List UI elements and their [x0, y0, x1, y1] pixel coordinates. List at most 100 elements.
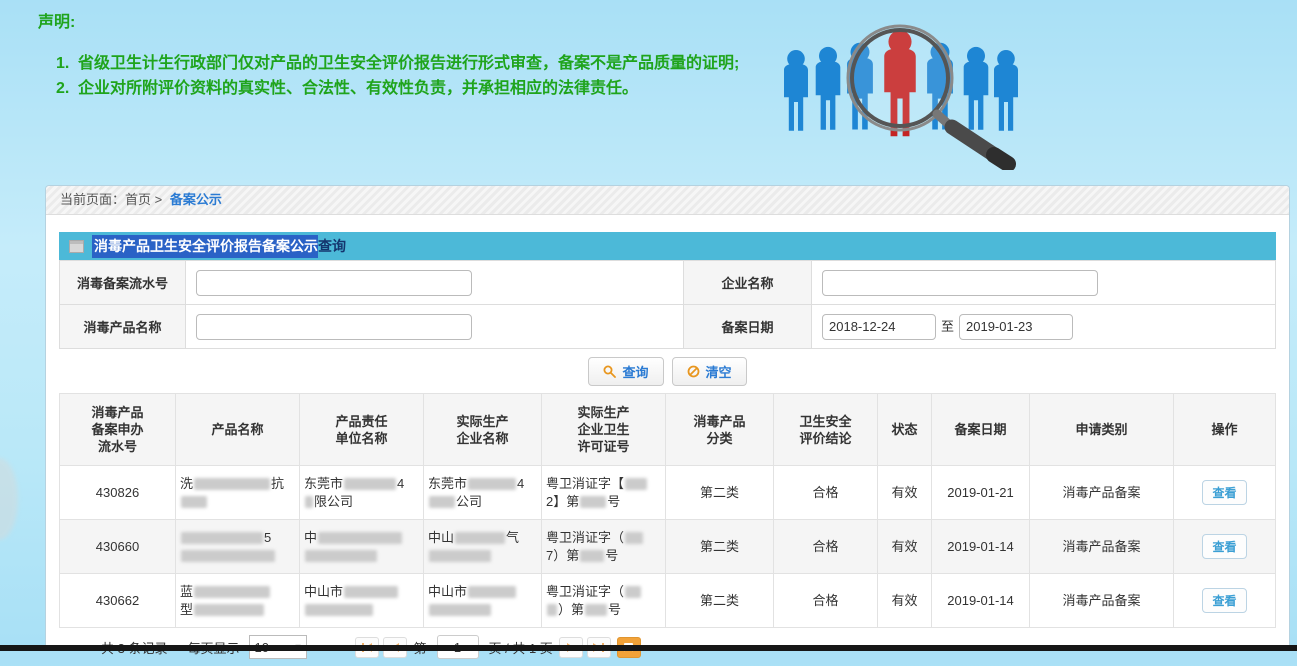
cell-application-type: 消毒产品备案: [1030, 520, 1174, 574]
cell-filing-date: 2019-01-14: [932, 574, 1030, 628]
redacted-text: [580, 496, 606, 508]
section-title-highlighted: 消毒产品卫生安全评价报告备案公示: [92, 235, 318, 258]
cell-responsible-unit: 中: [300, 520, 424, 574]
table-row: 430826洗抗东莞市4限公司东莞市4公司粤卫消证字【2】第号第二类合格有效20…: [60, 466, 1276, 520]
cell-filing-date: 2019-01-21: [932, 466, 1030, 520]
date-to-input[interactable]: [959, 314, 1073, 340]
table-header-cell: 卫生安全 评价结论: [774, 394, 878, 466]
redacted-text: [429, 604, 491, 616]
cell-action: 查看: [1174, 574, 1276, 628]
redacted-text: [625, 532, 643, 544]
breadcrumb: 当前页面：首页 > 备案公示: [46, 186, 1289, 215]
cell-action: 查看: [1174, 520, 1276, 574]
redacted-text: [344, 586, 398, 598]
redacted-text: [580, 550, 604, 562]
table-header-cell: 状态: [878, 394, 932, 466]
section-title-rest: 查询: [318, 236, 346, 256]
cell-application-type: 消毒产品备案: [1030, 466, 1174, 520]
redacted-text: [181, 496, 207, 508]
section-header: 消毒产品卫生安全评价报告备案公示 查询: [59, 232, 1276, 260]
cell-license-number: 粤卫消证字【2】第号: [542, 466, 666, 520]
table-header-cell: 消毒产品 备案申办 流水号: [60, 394, 176, 466]
list-icon: [69, 240, 84, 253]
side-widget-stub[interactable]: [0, 458, 18, 540]
table-header-row: 消毒产品 备案申办 流水号产品名称产品责任 单位名称实际生产 企业名称实际生产 …: [60, 394, 1276, 466]
breadcrumb-current-link[interactable]: 备案公示: [170, 192, 222, 207]
redacted-text: [547, 604, 557, 616]
breadcrumb-prefix: 当前页面：首页 >: [60, 192, 162, 207]
cell-category: 第二类: [666, 574, 774, 628]
cell-status: 有效: [878, 520, 932, 574]
cell-evaluation-conclusion: 合格: [774, 466, 878, 520]
table-header-cell: 申请类别: [1030, 394, 1174, 466]
redacted-text: [181, 532, 263, 544]
cell-license-number: 粤卫消证字（7）第号: [542, 520, 666, 574]
declaration-item: 2. 企业对所附评价资料的真实性、合法性、有效性负责，并承担相应的法律责任。: [38, 77, 768, 100]
redacted-text: [181, 550, 275, 562]
view-button[interactable]: 查看: [1202, 534, 1246, 559]
cell-product-name: 5: [176, 520, 300, 574]
cell-serial-number: 430826: [60, 466, 176, 520]
form-buttons: 查询 清空: [59, 349, 1276, 393]
bottom-edge-strip: [0, 645, 1297, 651]
results-table: 消毒产品 备案申办 流水号产品名称产品责任 单位名称实际生产 企业名称实际生产 …: [59, 393, 1276, 628]
cell-license-number: 粤卫消证字（）第号: [542, 574, 666, 628]
view-button[interactable]: 查看: [1202, 588, 1246, 613]
declaration-title: 声明:: [38, 8, 768, 32]
redacted-text: [194, 586, 270, 598]
search-button[interactable]: 查询: [588, 357, 663, 386]
cell-manufacturer: 中山市: [424, 574, 542, 628]
content-panel: 当前页面：首页 > 备案公示 消毒产品卫生安全评价报告备案公示 查询 消毒备案流…: [45, 185, 1290, 645]
table-row: 430662蓝型中山市中山市粤卫消证字（）第号第二类合格有效2019-01-14…: [60, 574, 1276, 628]
redacted-text: [194, 604, 264, 616]
people-magnifier-graphic: [780, 10, 1030, 170]
redacted-text: [305, 550, 377, 562]
cell-serial-number: 430662: [60, 574, 176, 628]
cell-filing-date: 2019-01-14: [932, 520, 1030, 574]
redacted-text: [625, 586, 641, 598]
cell-status: 有效: [878, 466, 932, 520]
date-from-input[interactable]: [822, 314, 936, 340]
redacted-text: [305, 604, 373, 616]
cell-category: 第二类: [666, 520, 774, 574]
redacted-text: [585, 604, 607, 616]
cell-responsible-unit: 中山市: [300, 574, 424, 628]
circle-slash-icon: [687, 365, 700, 378]
serial-label: 消毒备案流水号: [60, 261, 186, 305]
clear-button[interactable]: 清空: [672, 357, 747, 386]
cell-status: 有效: [878, 574, 932, 628]
product-label: 消毒产品名称: [60, 305, 186, 349]
cell-product-name: 洗抗: [176, 466, 300, 520]
company-label: 企业名称: [684, 261, 812, 305]
cell-responsible-unit: 东莞市4限公司: [300, 466, 424, 520]
redacted-text: [429, 550, 491, 562]
table-row: 4306605中中山气粤卫消证字（7）第号第二类合格有效2019-01-14消毒…: [60, 520, 1276, 574]
table-header-cell: 消毒产品 分类: [666, 394, 774, 466]
cell-evaluation-conclusion: 合格: [774, 520, 878, 574]
redacted-text: [344, 478, 396, 490]
redacted-text: [194, 478, 270, 490]
cell-serial-number: 430660: [60, 520, 176, 574]
cell-manufacturer: 东莞市4公司: [424, 466, 542, 520]
redacted-text: [468, 478, 516, 490]
table-header-cell: 备案日期: [932, 394, 1030, 466]
search-form: 消毒备案流水号 企业名称 消毒产品名称 备案日期 至: [59, 260, 1276, 349]
cell-action: 查看: [1174, 466, 1276, 520]
table-header-cell: 产品名称: [176, 394, 300, 466]
product-input[interactable]: [196, 314, 472, 340]
redacted-text: [625, 478, 647, 490]
redacted-text: [429, 496, 455, 508]
date-label: 备案日期: [684, 305, 812, 349]
declaration: 声明: 1. 省级卫生计生行政部门仅对产品的卫生安全评价报告进行形式审查，备案不…: [38, 8, 768, 102]
cell-application-type: 消毒产品备案: [1030, 574, 1174, 628]
declaration-item: 1. 省级卫生计生行政部门仅对产品的卫生安全评价报告进行形式审查，备案不是产品质…: [38, 52, 768, 75]
redacted-text: [305, 496, 313, 508]
company-input[interactable]: [822, 270, 1098, 296]
table-header-cell: 实际生产 企业名称: [424, 394, 542, 466]
redacted-text: [318, 532, 402, 544]
view-button[interactable]: 查看: [1202, 480, 1246, 505]
cell-product-name: 蓝型: [176, 574, 300, 628]
date-separator: 至: [941, 319, 954, 334]
magnifier-icon: [603, 365, 616, 378]
serial-input[interactable]: [196, 270, 472, 296]
